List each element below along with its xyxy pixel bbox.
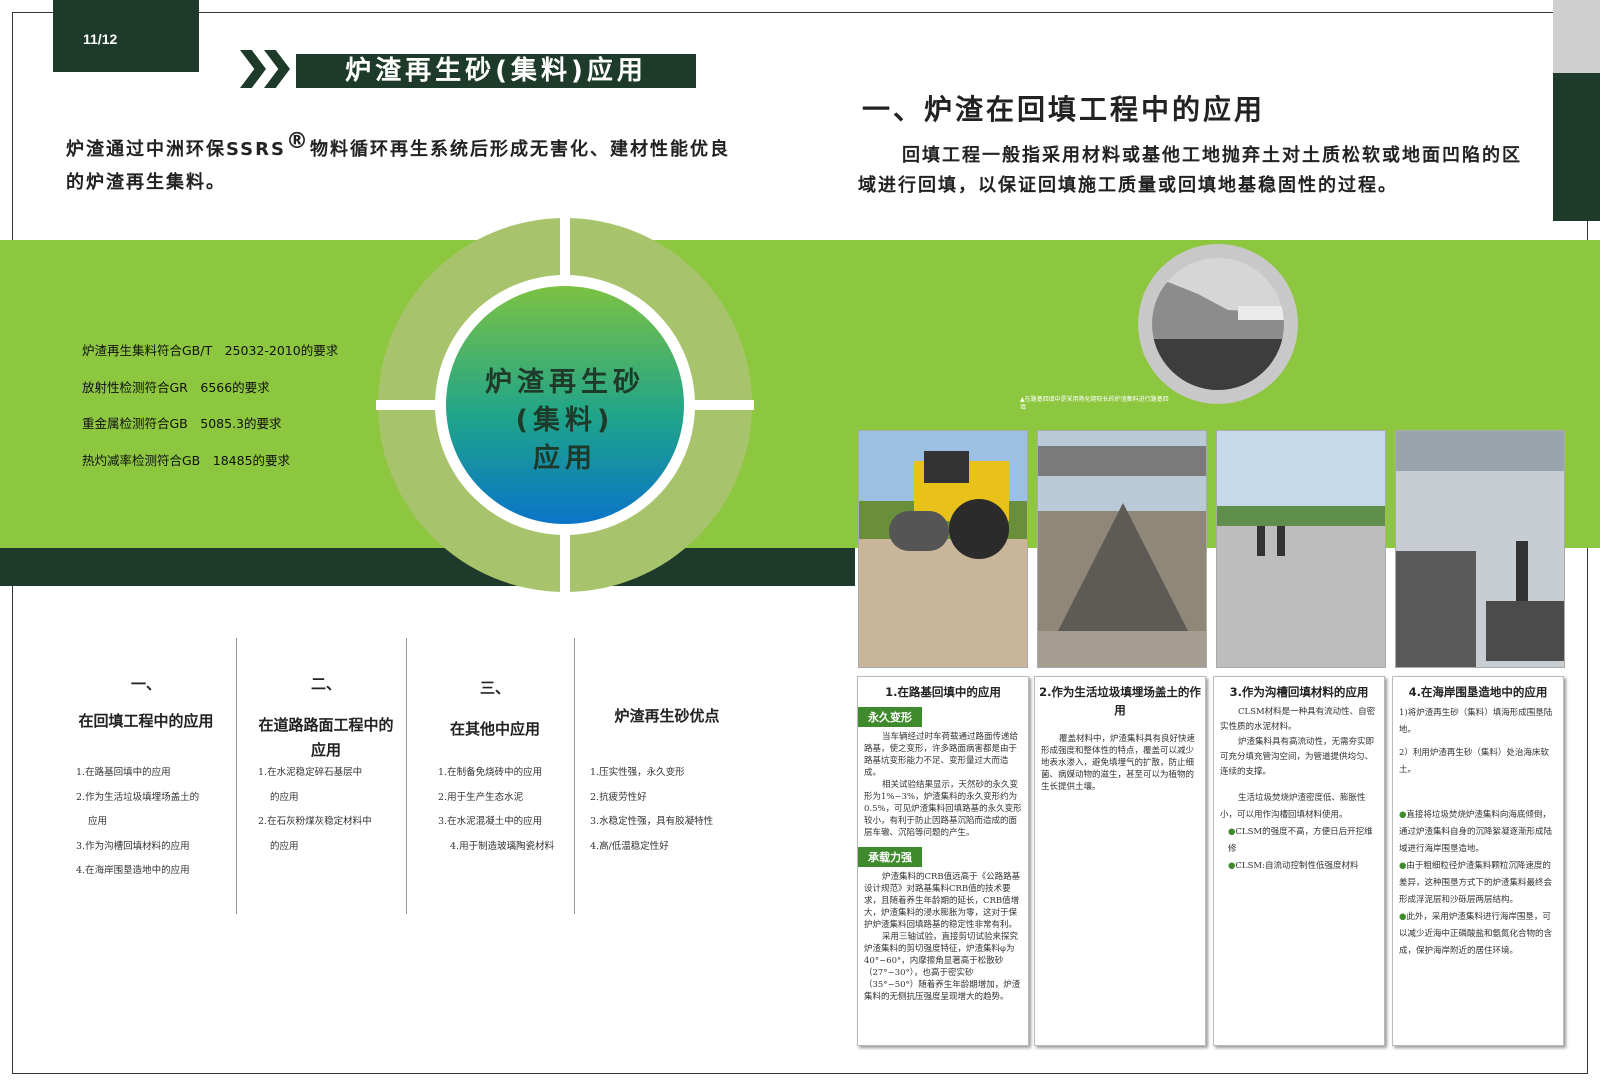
info-card: 1.在路基回填中的应用 永久变形 当车辆经过时车荷载通过路面传递给路基，使之变形…	[857, 676, 1029, 1046]
column-item: 的应用	[270, 840, 299, 852]
card-tag: 永久变形	[858, 707, 922, 727]
registered-mark: ®	[285, 129, 310, 154]
column-items: 1.压实性强，永久变形 2.抗疲劳性好 3.水稳定性强，具有胶凝特性 4.高/低…	[590, 761, 790, 859]
card-title: 3.作为沟槽回填材料的应用	[1229, 685, 1369, 699]
column-item: 1.在路基回填中的应用	[76, 767, 171, 778]
page-number-box: 11/12	[53, 0, 199, 72]
side-bar	[1553, 73, 1600, 221]
requirement-item: 放射性检测符合GR 6566的要求	[82, 379, 270, 395]
card-bullet: CLSM:自流动控制性低强度材料	[1235, 861, 1359, 871]
column-item: 4.用于制造玻璃陶瓷材料	[450, 840, 555, 852]
card-title: 2.作为生活垃圾填埋场盖土的作用	[1039, 685, 1201, 717]
card-tag: 承载力强	[858, 847, 922, 867]
divider	[560, 524, 570, 594]
column-item: 4.在海岸围垦造地中的应用	[76, 865, 190, 876]
intro-text: 炉渣通过中洲环保SSRS®物料循环再生系统后形成无害化、建材性能优良的炉渣再生集…	[66, 125, 746, 199]
column-item: 1.压实性强，永久变形	[590, 767, 685, 778]
requirements-list: 炉渣再生集料符合GB/T 25032-2010的要求 放射性检测符合GR 656…	[82, 340, 338, 486]
right-heading: 一、炉渣在回填工程中的应用	[862, 93, 1266, 126]
card-text: CLSM材料是一种具有流动性、自密实性质的水泥材料。	[1220, 707, 1376, 732]
circle-photo	[1138, 244, 1298, 404]
info-card: 2.作为生活垃圾填埋场盖土的作用 覆盖材料中，炉渣集料具有良好快速形成强度和整体…	[1034, 676, 1206, 1046]
card-bullet: 直接将垃圾焚烧炉渣集料向海底倾倒，通过炉渣集料自身的沉降絮凝逐渐形成陆域进行海岸…	[1399, 810, 1553, 854]
photo-trench-backfill	[1216, 430, 1386, 668]
column-item: 3.作为沟槽回填材料的应用	[76, 840, 190, 852]
column-item: 2.作为生活垃圾填埋场盖土的	[76, 791, 200, 803]
column-heading: 炉渣再生砂优点	[592, 704, 742, 729]
photo-slag-pile	[1037, 430, 1207, 668]
page-number: 11/12	[83, 31, 118, 47]
column-divider	[406, 638, 407, 914]
card-bullet: 此外，采用炉渣集料进行海岸围垦，可以减少近海中正磷酸盐和氨氮化合物的含成，保护海…	[1399, 912, 1553, 956]
circle-title-line: (集料)	[515, 405, 615, 436]
photo-brick-factory	[1395, 430, 1565, 668]
card-text: 覆盖材料中，炉渣集料具有良好快速形成强度和整体性的特点，覆盖可以减少地表水渗入，…	[1041, 734, 1196, 792]
column-number: 三、	[479, 679, 510, 697]
column-title: 在道路路面工程中的应用	[258, 716, 394, 759]
circle-title-line: 炉渣再生砂	[485, 367, 645, 398]
divider	[560, 216, 570, 286]
column-title: 炉渣再生砂优点	[614, 707, 720, 725]
requirement-item: 炉渣再生集料符合GB/T 25032-2010的要求	[82, 343, 339, 358]
column-heading: 二、 在道路路面工程中的应用	[252, 672, 400, 763]
info-card: 3.作为沟槽回填材料的应用 CLSM材料是一种具有流动性、自密实性质的水泥材料。…	[1213, 676, 1385, 1046]
card-bullet: 由于粗细粒径炉渣集料颗粒沉降速度的差异，这种围垦方式下的炉渣集料最终会形成浮泥层…	[1399, 861, 1553, 905]
card-text: 当车辆经过时车荷载通过路面传递给路基，使之变形，许多路面病害都是由于路基坑变形能…	[864, 732, 1019, 778]
card-title: 1.在路基回填中的应用	[885, 685, 1001, 699]
intro-before: 炉渣通过中洲环保SSRS	[66, 139, 286, 160]
column-divider	[236, 638, 237, 914]
card-text: 生活垃圾焚烧炉渣密度低、膨胀性小，可以用作沟槽回填材料使用。	[1220, 793, 1366, 820]
corner-block	[1553, 0, 1600, 73]
column-heading: 一、 在回填工程中的应用	[56, 672, 236, 734]
column-item: 1.在水泥稳定碎石基层中	[258, 767, 363, 778]
column-title: 在其他中应用	[449, 720, 540, 738]
card-text: 2）利用炉渣再生砂（集料）处治海床软土。	[1399, 748, 1549, 775]
column-number: 一、	[130, 675, 161, 693]
card-text: 采用三轴试验，直接剪切试验来探究炉渣集料的剪切强度特征，炉渣集料φ为40°~60…	[864, 932, 1021, 1002]
card-bullet: CLSM的强度不高，方便日后开挖维修	[1228, 827, 1373, 854]
requirement-item: 热灼减率检测符合GB 18485的要求	[82, 452, 291, 468]
photo-road-roller	[858, 430, 1028, 668]
photo-caption: ▲在路基回填中是采用熟化期较长的炉渣集料进行路基回填	[1020, 396, 1169, 411]
card-text: 炉渣集料的CRB值远高于《公路路基设计规范》对路基集料CRB值的技术要求，且随着…	[864, 872, 1021, 930]
requirement-item: 重金属检测符合GB 5085.3的要求	[82, 416, 282, 431]
card-text: 相关试验结果显示，天然砂的永久变形为1%~3%，炉渣集料的永久变形约为0.5%，…	[864, 780, 1022, 838]
column-item: 的应用	[270, 791, 299, 803]
column-title: 在回填工程中的应用	[78, 712, 214, 730]
column-item: 应用	[88, 816, 108, 827]
column-items: 1.在制备免烧砖中的应用 2.用于生产生态水泥 3.在水泥混凝土中的应用 4.用…	[438, 761, 578, 859]
info-card: 4.在海岸围垦造地中的应用 1)将炉渣再生砂（集料）填海形成围垦陆地。 2）利用…	[1392, 676, 1564, 1046]
circle-title-line: 应用	[533, 443, 597, 474]
column-item: 3.在水泥混凝土中的应用	[438, 816, 543, 827]
card-title: 4.在海岸围垦造地中的应用	[1408, 685, 1548, 699]
circle-title: 炉渣再生砂 (集料) 应用	[436, 364, 694, 478]
column-item: 4.高/低温稳定性好	[590, 840, 669, 852]
column-item: 2.在石灰粉煤灰稳定材料中	[258, 816, 372, 827]
column-item: 3.水稳定性强，具有胶凝特性	[590, 816, 714, 827]
column-items: 1.在路基回填中的应用 2.作为生活垃圾填埋场盖土的 应用 3.作为沟槽回填材料…	[76, 761, 236, 884]
card-text: 1)将炉渣再生砂（集料）填海形成围垦陆地。	[1399, 708, 1553, 735]
column-number: 二、	[310, 675, 341, 693]
section-title: 炉渣再生砂(集料)应用	[296, 54, 696, 88]
divider	[684, 400, 754, 410]
column-item: 1.在制备免烧砖中的应用	[438, 767, 543, 778]
column-item: 2.抗疲劳性好	[590, 791, 647, 803]
column-heading: 三、 在其他中应用	[420, 676, 570, 742]
column-item: 2.用于生产生态水泥	[438, 791, 524, 803]
card-text: 炉渣集料具有高流动性，无需夯实即可充分填充管沟空间，为管道提供均匀、连续的支撑。	[1220, 737, 1375, 777]
right-paragraph: 回填工程一般指采用材料或基他工地抛弃土对土质松软或地面凹陷的区域进行回填，以保证…	[858, 145, 1522, 196]
column-items: 1.在水泥稳定碎石基层中 的应用 2.在石灰粉煤灰稳定材料中 的应用	[258, 761, 406, 859]
